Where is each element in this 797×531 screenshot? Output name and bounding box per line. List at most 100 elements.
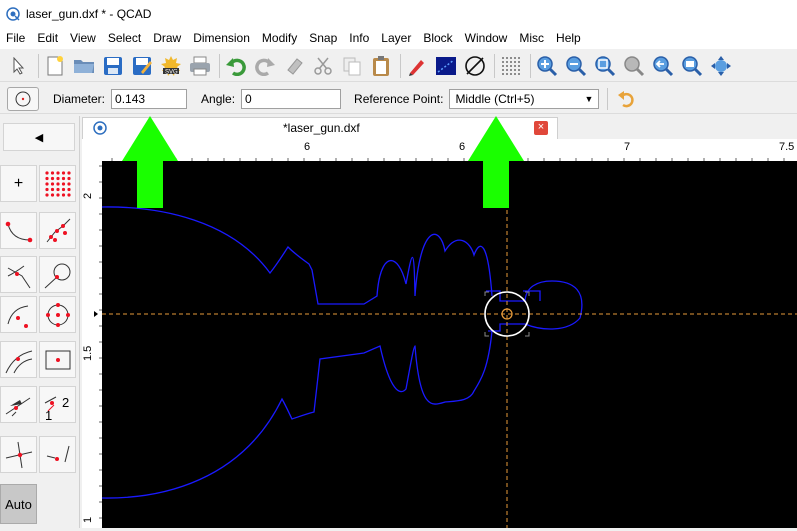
menu-select[interactable]: Select xyxy=(102,28,147,49)
plus-icon: + xyxy=(13,174,24,192)
tangent-tool-button[interactable] xyxy=(0,256,37,293)
menu-edit[interactable]: Edit xyxy=(31,28,64,49)
rectangle-tool-button[interactable] xyxy=(39,341,76,378)
pen-icon[interactable] xyxy=(404,53,430,79)
grid-icon[interactable] xyxy=(498,53,524,79)
parallel-tool-button[interactable] xyxy=(0,341,37,378)
menu-info[interactable]: Info xyxy=(343,28,375,49)
red-grid-dot xyxy=(55,192,60,197)
line-color-icon[interactable] xyxy=(433,53,459,79)
open-folder-icon[interactable] xyxy=(71,53,97,79)
main-toolbar: SVG xyxy=(0,50,797,82)
select-arrow-icon[interactable] xyxy=(6,53,32,79)
eraser-icon[interactable] xyxy=(281,53,307,79)
grid-dot xyxy=(518,68,520,71)
circle-tool-icon[interactable] xyxy=(462,53,488,79)
back-button[interactable]: ◀ xyxy=(3,123,75,151)
red-grid-dot xyxy=(50,176,54,180)
auto-snap-button[interactable]: Auto xyxy=(0,484,37,524)
zoom-window-icon[interactable] xyxy=(621,53,647,79)
grid-dot xyxy=(518,60,520,63)
reset-arrow-icon[interactable] xyxy=(616,89,636,109)
pan-icon[interactable] xyxy=(708,53,734,79)
close-tab-icon[interactable]: × xyxy=(534,121,548,135)
red-grid-dot xyxy=(66,170,71,175)
zoom-auto-icon[interactable] xyxy=(592,53,618,79)
grid-dot xyxy=(506,72,508,75)
horizontal-ruler: 6 6 7 7.5 xyxy=(102,139,797,161)
laser-gun-outline xyxy=(102,206,583,499)
circle-diameter-tool-icon[interactable] xyxy=(7,86,39,111)
grid-dot xyxy=(514,56,516,59)
undo-icon[interactable] xyxy=(223,53,249,79)
angle-input[interactable] xyxy=(241,88,342,109)
menu-snap[interactable]: Snap xyxy=(303,28,343,49)
point-tool-button[interactable]: + xyxy=(0,165,37,202)
zoom-selection-icon[interactable] xyxy=(679,53,705,79)
save-as-icon[interactable] xyxy=(129,53,155,79)
red-grid-dot xyxy=(55,187,60,191)
spline-tool-button[interactable] xyxy=(39,212,76,249)
svg-text:SVG: SVG xyxy=(165,69,178,75)
grid-dot xyxy=(514,60,516,63)
new-document-icon[interactable] xyxy=(42,53,68,79)
arc-tool-button[interactable] xyxy=(0,296,37,333)
save-icon[interactable] xyxy=(100,53,126,79)
grid-dot xyxy=(518,64,520,67)
toolbar-separator xyxy=(38,53,39,78)
grid-dot xyxy=(506,56,508,59)
copy-icon[interactable] xyxy=(339,53,365,79)
line-endpoint-tool-button[interactable] xyxy=(39,436,76,473)
zoom-previous-icon[interactable] xyxy=(650,53,676,79)
vertical-ruler: 2 1.5 1 xyxy=(82,161,102,528)
circle-center-tool-button[interactable] xyxy=(39,296,76,333)
ruler-label-7: 7 xyxy=(624,141,630,153)
red-grid-dot xyxy=(66,187,71,191)
menu-dimension[interactable]: Dimension xyxy=(187,28,256,49)
curve-tool-button[interactable] xyxy=(0,212,37,249)
red-grid-dot xyxy=(44,181,49,186)
tools-panel: ◀ + 21 Auto xyxy=(0,116,80,528)
red-grid-dot xyxy=(55,176,60,180)
title-bar: laser_gun.dxf * - QCAD xyxy=(0,0,797,28)
paste-icon[interactable] xyxy=(368,53,394,79)
redo-icon[interactable] xyxy=(252,53,278,79)
menu-misc[interactable]: Misc xyxy=(513,28,550,49)
number-1-label: 1 xyxy=(45,408,52,421)
intersection-tool-button[interactable] xyxy=(0,436,37,473)
menu-modify[interactable]: Modify xyxy=(256,28,303,49)
qcad-document-icon xyxy=(93,121,107,138)
numbered-points-tool-button[interactable]: 21 xyxy=(39,386,76,423)
menu-window[interactable]: Window xyxy=(459,28,514,49)
grid-dot xyxy=(502,68,504,71)
zoom-out-icon[interactable] xyxy=(563,53,589,79)
drawing-canvas[interactable] xyxy=(102,161,797,528)
number-2-label: 2 xyxy=(62,395,69,410)
red-grid-dot xyxy=(61,170,65,175)
menu-help[interactable]: Help xyxy=(550,28,587,49)
grid-dot xyxy=(518,56,520,59)
ruler-label-1: 1 xyxy=(82,517,94,523)
dimension-tool-button[interactable] xyxy=(0,386,37,423)
menu-view[interactable]: View xyxy=(64,28,102,49)
grid-dot xyxy=(514,68,516,71)
red-grid-dot xyxy=(44,176,49,180)
cut-icon[interactable] xyxy=(310,53,336,79)
reference-point-label: Reference Point: xyxy=(354,91,444,106)
menu-file[interactable]: File xyxy=(0,28,31,49)
circle-point-tool-button[interactable] xyxy=(39,256,76,293)
reference-point-value: Middle (Ctrl+5) xyxy=(455,91,535,106)
menu-layer[interactable]: Layer xyxy=(375,28,417,49)
print-icon[interactable] xyxy=(187,53,213,79)
menu-block[interactable]: Block xyxy=(417,28,458,49)
zoom-in-icon[interactable] xyxy=(534,53,560,79)
red-grid-dot xyxy=(44,192,49,197)
point-grid-tool-button[interactable] xyxy=(39,165,76,202)
svg-export-icon[interactable]: SVG xyxy=(158,53,184,79)
ruler-label-1-5: 1.5 xyxy=(82,346,94,361)
reference-point-select[interactable]: Middle (Ctrl+5) ▼ xyxy=(449,88,600,109)
diameter-input[interactable] xyxy=(111,88,188,109)
menu-draw[interactable]: Draw xyxy=(147,28,187,49)
toolbar-separator xyxy=(530,53,531,78)
tool-options-bar: Diameter: Angle: Reference Point: Middle… xyxy=(0,84,797,114)
